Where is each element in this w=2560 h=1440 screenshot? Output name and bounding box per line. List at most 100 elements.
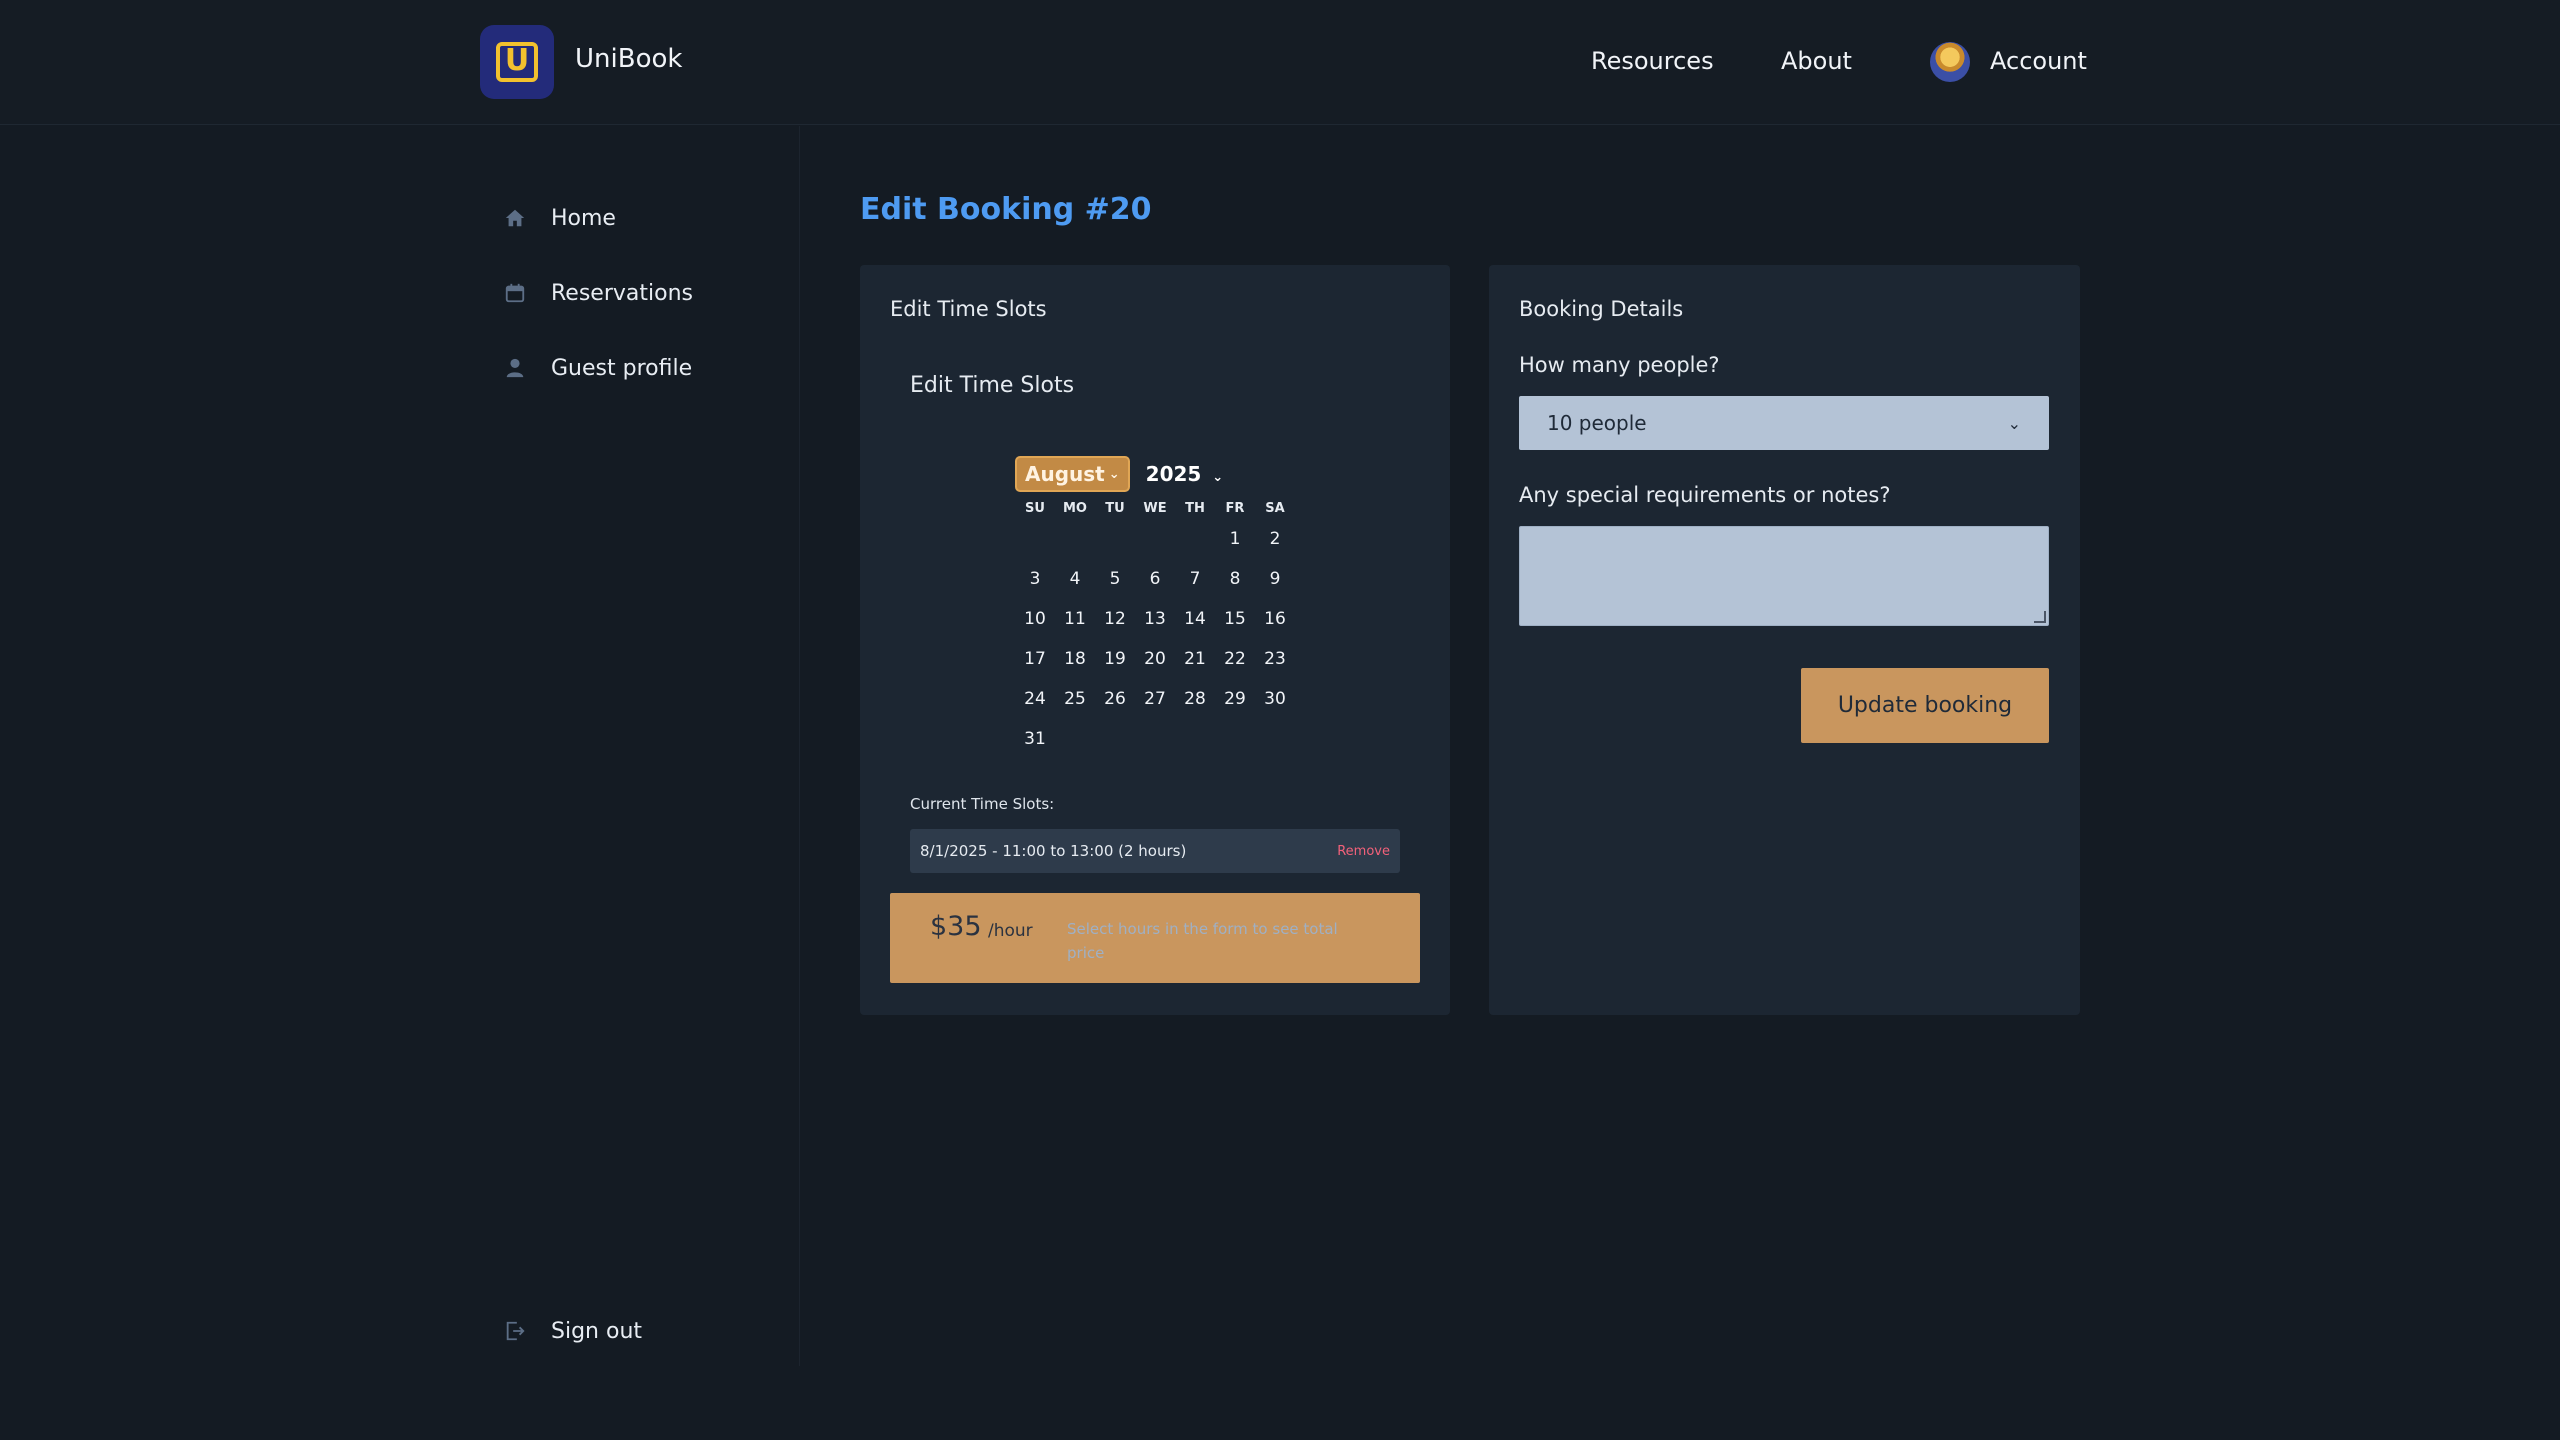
calendar-day[interactable]: 22: [1215, 639, 1255, 679]
time-slot-text: 8/1/2025 - 11:00 to 13:00 (2 hours): [920, 842, 1187, 860]
month-select[interactable]: August ⌄: [1015, 456, 1130, 492]
calendar-day[interactable]: 24: [1015, 679, 1055, 719]
calendar-day[interactable]: 31: [1015, 719, 1055, 759]
weekday-label: FR: [1225, 501, 1245, 516]
calendar-day[interactable]: 2: [1255, 519, 1295, 559]
sidebar-item-guest-profile[interactable]: Guest profile: [503, 351, 692, 385]
calendar-empty-cell: [1055, 719, 1095, 759]
calendar-day[interactable]: 15: [1215, 599, 1255, 639]
calendar-empty-cell: [1135, 519, 1175, 559]
sidebar: Home Reservations Guest profile Sign out: [0, 126, 800, 1366]
month-value: August: [1025, 462, 1105, 486]
weekday-label: TH: [1185, 501, 1205, 516]
sidebar-item-home[interactable]: Home: [503, 201, 616, 235]
nav-resources[interactable]: Resources: [1591, 47, 1714, 75]
calendar-week: 12: [1015, 519, 1295, 559]
price-unit: /hour: [988, 921, 1033, 941]
panel-heading: Edit Time Slots: [890, 297, 1047, 321]
calendar-empty-cell: [1175, 519, 1215, 559]
price-hint: Select hours in the form to see total pr…: [1067, 920, 1338, 962]
weekday-label: SA: [1265, 501, 1285, 516]
calendar-day[interactable]: 3: [1015, 559, 1055, 599]
people-value: 10 people: [1547, 411, 1647, 435]
price-amount: $35: [930, 911, 982, 942]
time-slots-panel: Edit Time Slots Edit Time Slots August ⌄…: [860, 265, 1450, 1015]
logo[interactable]: U: [480, 25, 554, 99]
logo-icon: U: [496, 42, 538, 82]
calendar-empty-cell: [1095, 519, 1135, 559]
calendar-day[interactable]: 7: [1175, 559, 1215, 599]
calendar: August ⌄ 2025 ⌄ SU MO TU WE TH FR SA 123456789…: [1015, 455, 1295, 759]
calendar-day[interactable]: 10: [1015, 599, 1055, 639]
calendar-empty-cell: [1055, 519, 1095, 559]
calendar-icon: [503, 281, 527, 305]
chevron-down-icon: ⌄: [1108, 466, 1120, 482]
calendar-day[interactable]: 4: [1055, 559, 1095, 599]
home-icon: [503, 206, 527, 230]
calendar-week: 10 11 12 13 14 15 16: [1015, 599, 1295, 639]
calendar-day[interactable]: 13: [1135, 599, 1175, 639]
calendar-day[interactable]: 6: [1135, 559, 1175, 599]
chevron-down-icon: ⌄: [1212, 470, 1224, 485]
calendar-day[interactable]: 11: [1055, 599, 1095, 639]
year-value: 2025: [1145, 462, 1202, 486]
current-slots-label: Current Time Slots:: [910, 795, 1055, 813]
notes-textarea[interactable]: [1519, 526, 2049, 626]
update-booking-button[interactable]: Update booking: [1801, 668, 2049, 743]
calendar-empty-cell: [1175, 719, 1215, 759]
calendar-empty-cell: [1215, 719, 1255, 759]
sidebar-item-label: Reservations: [551, 280, 693, 306]
year-select[interactable]: 2025 ⌄: [1146, 462, 1224, 486]
calendar-day[interactable]: 20: [1135, 639, 1175, 679]
calendar-day[interactable]: 25: [1055, 679, 1095, 719]
calendar-day[interactable]: 27: [1135, 679, 1175, 719]
calendar-day[interactable]: 26: [1095, 679, 1135, 719]
resize-handle-icon[interactable]: [2034, 611, 2046, 623]
calendar-day[interactable]: 1: [1215, 519, 1255, 559]
calendar-day[interactable]: 17: [1015, 639, 1055, 679]
calendar-day[interactable]: 16: [1255, 599, 1295, 639]
panel-heading: Booking Details: [1519, 297, 1684, 321]
calendar-day[interactable]: 19: [1095, 639, 1135, 679]
calendar-day[interactable]: 21: [1175, 639, 1215, 679]
sidebar-item-reservations[interactable]: Reservations: [503, 276, 693, 310]
sign-out-button[interactable]: Sign out: [503, 1314, 642, 1348]
calendar-day[interactable]: 23: [1255, 639, 1295, 679]
sign-out-label: Sign out: [551, 1318, 643, 1344]
calendar-day[interactable]: 9: [1255, 559, 1295, 599]
calendar-day[interactable]: 8: [1215, 559, 1255, 599]
weekday-label: SU: [1025, 501, 1045, 516]
calendar-day[interactable]: 30: [1255, 679, 1295, 719]
calendar-empty-cell: [1255, 719, 1295, 759]
weekday-label: MO: [1063, 501, 1087, 516]
calendar-week: 17 18 19 20 21 22 23: [1015, 639, 1295, 679]
weekday-label: WE: [1143, 501, 1167, 516]
calendar-empty-cell: [1095, 719, 1135, 759]
calendar-week: 31: [1015, 719, 1295, 759]
brand-name[interactable]: UniBook: [575, 44, 682, 74]
top-bar: U UniBook Resources About Account: [0, 0, 2560, 125]
calendar-day[interactable]: 28: [1175, 679, 1215, 719]
remove-slot-button[interactable]: Remove: [1337, 844, 1390, 859]
nav-account[interactable]: Account: [1990, 47, 2087, 75]
price-box: $35 /hour Select hours in the form to se…: [890, 893, 1420, 983]
sidebar-item-label: Home: [551, 205, 616, 231]
nav-about[interactable]: About: [1781, 47, 1852, 75]
people-label: How many people?: [1519, 353, 1720, 377]
people-select[interactable]: 10 people ⌄: [1519, 396, 2049, 450]
weekday-header: SU MO TU WE TH FR SA: [1015, 493, 1295, 519]
calendar-day[interactable]: 18: [1055, 639, 1095, 679]
panel-subheading: Edit Time Slots: [910, 373, 1075, 398]
calendar-empty-cell: [1135, 719, 1175, 759]
calendar-day[interactable]: 12: [1095, 599, 1135, 639]
weekday-label: TU: [1105, 501, 1125, 516]
calendar-day[interactable]: 5: [1095, 559, 1135, 599]
calendar-day[interactable]: 29: [1215, 679, 1255, 719]
avatar[interactable]: [1930, 42, 1970, 82]
calendar-empty-cell: [1015, 519, 1055, 559]
calendar-day[interactable]: 14: [1175, 599, 1215, 639]
sign-out-icon: [503, 1319, 527, 1343]
page-title: Edit Booking #20: [860, 192, 1152, 227]
notes-label: Any special requirements or notes?: [1519, 483, 1891, 507]
calendar-week: 3456789: [1015, 559, 1295, 599]
